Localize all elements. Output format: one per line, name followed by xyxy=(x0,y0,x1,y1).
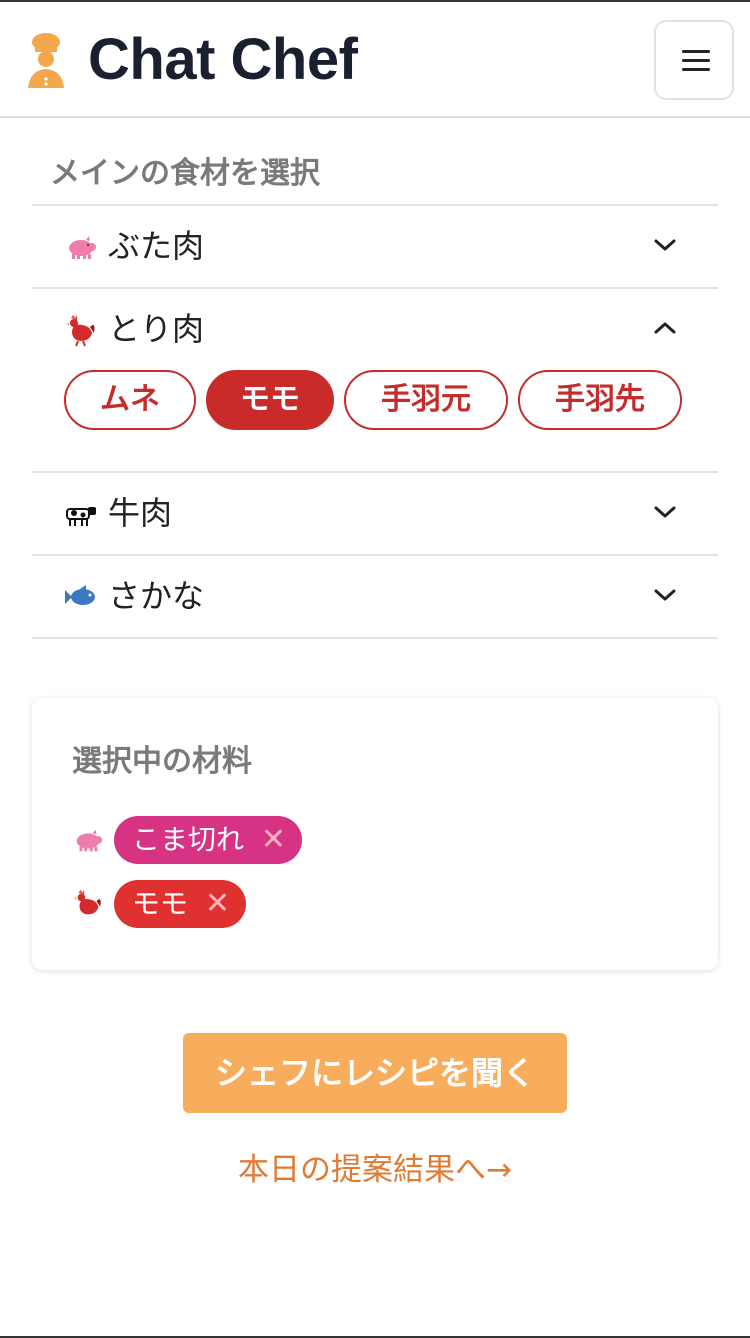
chevron-down-icon xyxy=(654,239,676,251)
chip-tebasaki[interactable]: 手羽先 xyxy=(518,370,682,430)
app-header: Chat Chef xyxy=(0,2,750,118)
app-title: Chat Chef xyxy=(88,27,358,92)
fish-icon xyxy=(65,585,95,605)
selected-tag-label: こま切れ xyxy=(132,823,245,856)
selected-ingredients-card: 選択中の材料 こま切れ ✕ モモ ✕ xyxy=(32,698,718,970)
ask-chef-button[interactable]: シェフにレシピを聞く xyxy=(183,1033,567,1113)
accordion-item-fish: さかな xyxy=(32,554,718,639)
accordion-item-beef: 牛肉 xyxy=(32,471,718,554)
cow-icon xyxy=(66,507,96,526)
rooster-icon xyxy=(73,889,101,915)
accordion-label-fish: さかな xyxy=(108,577,205,615)
today-results-link[interactable]: 本日の提案結果へ→ xyxy=(0,1148,750,1192)
accordion-label-pork: ぶた肉 xyxy=(108,227,205,265)
chip-momo[interactable]: モモ xyxy=(206,370,334,430)
accordion-label-beef: 牛肉 xyxy=(108,494,173,532)
chicken-part-options: ムネ モモ 手羽元 手羽先 xyxy=(32,370,718,471)
accordion-header-fish[interactable]: さかな xyxy=(32,556,718,637)
pig-icon xyxy=(76,829,103,852)
remove-icon[interactable]: ✕ xyxy=(205,880,230,928)
chevron-down-icon xyxy=(654,506,676,518)
accordion-item-chicken: とり肉 ムネ モモ 手羽元 手羽先 xyxy=(32,287,718,471)
remove-icon[interactable]: ✕ xyxy=(261,816,286,864)
rooster-icon xyxy=(66,315,95,347)
menu-button[interactable] xyxy=(654,20,734,100)
accordion-label-chicken: とり肉 xyxy=(108,310,205,348)
selected-tag-label: モモ xyxy=(132,887,189,920)
chevron-up-icon xyxy=(654,322,676,334)
ingredient-accordion: ぶた肉 とり肉 ムネ モモ 手羽元 手羽先 牛肉 さかな xyxy=(32,204,718,639)
accordion-header-chicken[interactable]: とり肉 xyxy=(32,289,718,370)
chevron-down-icon xyxy=(654,589,676,601)
selected-tag-momo: モモ ✕ xyxy=(114,880,246,928)
chip-tebamoto[interactable]: 手羽元 xyxy=(344,370,508,430)
selected-tag-komagire: こま切れ ✕ xyxy=(114,816,302,864)
chef-icon xyxy=(28,33,64,88)
accordion-header-beef[interactable]: 牛肉 xyxy=(32,473,718,554)
accordion-item-pork: ぶた肉 xyxy=(32,204,718,287)
pig-icon xyxy=(69,236,96,259)
ingredients-section-title: メインの食材を選択 xyxy=(50,156,320,191)
selected-ingredients-title: 選択中の材料 xyxy=(72,744,252,779)
chip-mune[interactable]: ムネ xyxy=(64,370,196,430)
accordion-header-pork[interactable]: ぶた肉 xyxy=(32,206,718,287)
